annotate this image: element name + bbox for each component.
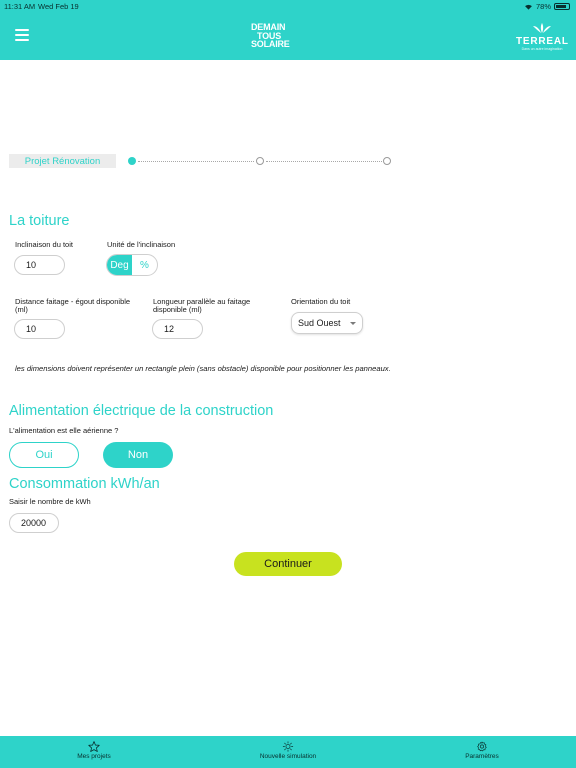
partner-logo: TERREAL Dans un autre imagination: [516, 22, 568, 51]
tab-mes-projets[interactable]: Mes projets: [54, 741, 134, 760]
sun-icon: [282, 741, 294, 752]
status-indicators: 78%: [524, 2, 570, 11]
step-dot-2: [256, 157, 264, 165]
kwh-label: Saisir le nombre de kWh: [9, 497, 91, 506]
kwh-input[interactable]: 20000: [9, 513, 59, 533]
tab-label: Paramètres: [465, 753, 499, 760]
distance-label: Distance faitage - égout disponible (ml): [15, 297, 131, 314]
orientation-value: Sud Ouest: [298, 318, 341, 328]
step-label: Projet Rénovation: [9, 154, 116, 168]
unit-toggle: Deg %: [106, 254, 158, 276]
partner-tagline: Dans un autre imagination: [521, 47, 563, 51]
menu-button[interactable]: [15, 29, 29, 41]
section-title-consommation: Consommation kWh/an: [9, 476, 160, 492]
step-dot-3: [383, 157, 391, 165]
wifi-icon: [525, 4, 532, 10]
longueur-label: Longueur parallèle au faitage disponible…: [153, 297, 251, 314]
option-non-button[interactable]: Non: [103, 442, 173, 468]
step-dot-1: [128, 157, 136, 165]
battery-percent: 78%: [535, 2, 551, 11]
unit-option-percent[interactable]: %: [132, 255, 157, 275]
bottom-tab-bar: Mes projets Nouvelle simulation Paramètr…: [0, 736, 576, 768]
battery-icon: [554, 3, 570, 10]
partner-name: TERREAL: [516, 36, 569, 47]
tab-nouvelle-simulation[interactable]: Nouvelle simulation: [248, 741, 328, 760]
inclinaison-label: Inclinaison du toit: [15, 240, 73, 249]
unite-label: Unité de l'inclinaison: [107, 240, 176, 249]
unit-option-deg[interactable]: Deg: [107, 255, 132, 275]
orientation-select[interactable]: Sud Ouest: [291, 312, 363, 334]
hamburger-icon: [15, 29, 29, 31]
section-title-toiture: La toiture: [9, 213, 70, 229]
status-date: Wed Feb 19: [38, 2, 79, 11]
step-connector: [138, 161, 254, 162]
gear-icon: [477, 741, 487, 752]
app-header: 11:31 AM Wed Feb 19 78% DEMAIN TOUS SOLA…: [0, 0, 576, 60]
tab-label: Mes projets: [77, 753, 111, 760]
orientation-label: Orientation du toit: [291, 297, 351, 306]
longueur-input[interactable]: 12: [152, 319, 203, 339]
option-oui-button[interactable]: Oui: [9, 442, 79, 468]
star-icon: [88, 741, 100, 752]
tab-parametres[interactable]: Paramètres: [442, 741, 522, 760]
continue-button[interactable]: Continuer: [234, 552, 342, 576]
brand-line-3: SOLAIRE: [251, 39, 290, 49]
progress-stepper: [120, 152, 400, 172]
tab-label: Nouvelle simulation: [259, 753, 317, 760]
alimentation-question: L'alimentation est elle aérienne ?: [9, 426, 119, 435]
inclinaison-input[interactable]: 10: [14, 255, 65, 275]
status-time: 11:31 AM: [4, 2, 36, 11]
section-title-alimentation: Alimentation électrique de la constructi…: [9, 403, 274, 419]
app-logo: DEMAIN TOUS SOLAIRE: [251, 23, 305, 49]
distance-input[interactable]: 10: [14, 319, 65, 339]
step-connector: [266, 161, 382, 162]
terreal-leaf-icon: [533, 23, 551, 33]
dimensions-note: les dimensions doivent représenter un re…: [15, 364, 391, 373]
chevron-down-icon: [350, 322, 356, 325]
